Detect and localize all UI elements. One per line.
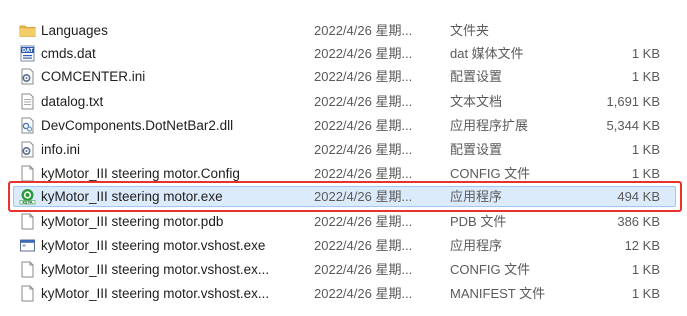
ini-file-icon (21, 141, 34, 158)
file-name: kyMotor_III steering motor.Config (41, 166, 240, 181)
file-type: CONFIG 文件 (450, 262, 531, 277)
file-size: 1,691 KB (606, 94, 661, 109)
file-type: 文本文档 (450, 94, 503, 109)
file-type: 应用程序 (450, 238, 503, 253)
file-name: kyMotor_III steering motor.exe (41, 189, 223, 204)
file-row-vshost-config[interactable]: kyMotor_III steering motor.vshost.ex... … (0, 258, 687, 281)
file-date: 2022/4/26 星期... (314, 94, 413, 109)
file-type: PDB 文件 (450, 214, 507, 229)
file-date: 2022/4/26 星期... (314, 23, 413, 38)
file-name: kyMotor_III steering motor.vshost.ex... (41, 286, 270, 301)
file-row-datalog-txt[interactable]: datalog.txt 2022/4/26 星期... 文本文档 1,691 K… (0, 90, 687, 113)
file-name: info.ini (41, 142, 81, 157)
file-name: kyMotor_III steering motor.vshost.exe (41, 238, 266, 253)
file-type: 应用程序扩展 (450, 118, 529, 133)
file-type: MANIFEST 文件 (450, 286, 546, 301)
file-date: 2022/4/26 星期... (314, 189, 413, 204)
file-row-pdb[interactable]: kyMotor_III steering motor.pdb 2022/4/26… (0, 210, 687, 233)
file-size: 1 KB (631, 69, 660, 84)
file-row-cmds-dat[interactable]: DAT cmds.dat 2022/4/26 星期... dat 媒体文件 1 … (0, 42, 687, 65)
file-row-vshost-exe[interactable]: kyMotor_III steering motor.vshost.exe 20… (0, 234, 687, 257)
file-date: 2022/4/26 星期... (314, 238, 413, 253)
file-name: kyMotor_III steering motor.vshost.ex... (41, 262, 270, 277)
file-size: 5,344 KB (606, 118, 661, 133)
file-size: 12 KB (624, 238, 660, 253)
file-list: Languages 2022/4/26 星期... 文件夹 DAT cmds.d… (0, 0, 687, 316)
file-size: 1 KB (631, 166, 660, 181)
file-date: 2022/4/26 星期... (314, 214, 413, 229)
file-type: CONFIG 文件 (450, 166, 531, 181)
file-row-exe-selected[interactable]: KEYA kyMotor_III steering motor.exe 2022… (0, 185, 687, 208)
dat-file-icon: DAT (20, 45, 35, 62)
svg-text:KEYA: KEYA (22, 201, 32, 205)
file-name: cmds.dat (41, 46, 96, 61)
file-name: kyMotor_III steering motor.pdb (41, 214, 224, 229)
dll-file-icon (21, 117, 34, 134)
file-name: datalog.txt (41, 94, 104, 109)
file-name: DevComponents.DotNetBar2.dll (41, 118, 234, 133)
config-file-icon (21, 165, 34, 182)
file-row-languages[interactable]: Languages 2022/4/26 星期... 文件夹 (0, 19, 687, 42)
file-type: 配置设置 (450, 142, 503, 157)
file-date: 2022/4/26 星期... (314, 166, 413, 181)
file-name: Languages (41, 23, 108, 38)
ini-file-icon (21, 68, 34, 85)
file-date: 2022/4/26 星期... (314, 142, 413, 157)
file-row-comcenter-ini[interactable]: COMCENTER.ini 2022/4/26 星期... 配置设置 1 KB (0, 65, 687, 88)
file-date: 2022/4/26 星期... (314, 69, 413, 84)
file-row-config[interactable]: kyMotor_III steering motor.Config 2022/4… (0, 162, 687, 185)
file-type: 配置设置 (450, 69, 503, 84)
txt-file-icon (21, 93, 34, 110)
config-file-icon (21, 261, 34, 278)
file-date: 2022/4/26 星期... (314, 262, 413, 277)
file-type: dat 媒体文件 (450, 46, 524, 61)
file-date: 2022/4/26 星期... (314, 118, 413, 133)
file-type: 文件夹 (450, 23, 490, 38)
file-size: 494 KB (617, 189, 660, 204)
exe-app-icon: KEYA (19, 189, 36, 205)
file-size: 1 KB (631, 286, 660, 301)
exe-window-icon (20, 239, 35, 252)
file-row-devcomponents-dll[interactable]: DevComponents.DotNetBar2.dll 2022/4/26 星… (0, 114, 687, 137)
file-size: 1 KB (631, 142, 660, 157)
svg-text:DAT: DAT (22, 48, 34, 54)
pdb-file-icon (21, 213, 34, 230)
file-row-info-ini[interactable]: info.ini 2022/4/26 星期... 配置设置 1 KB (0, 138, 687, 161)
file-type: 应用程序 (450, 189, 503, 204)
file-date: 2022/4/26 星期... (314, 46, 413, 61)
file-size: 1 KB (631, 46, 660, 61)
file-size (565, 19, 660, 42)
file-date: 2022/4/26 星期... (314, 286, 413, 301)
file-row-vshost-manifest[interactable]: kyMotor_III steering motor.vshost.ex... … (0, 282, 687, 305)
file-name: COMCENTER.ini (41, 69, 146, 84)
file-size: 386 KB (617, 214, 660, 229)
manifest-file-icon (21, 285, 34, 302)
file-size: 1 KB (631, 262, 660, 277)
folder-icon (19, 25, 36, 37)
